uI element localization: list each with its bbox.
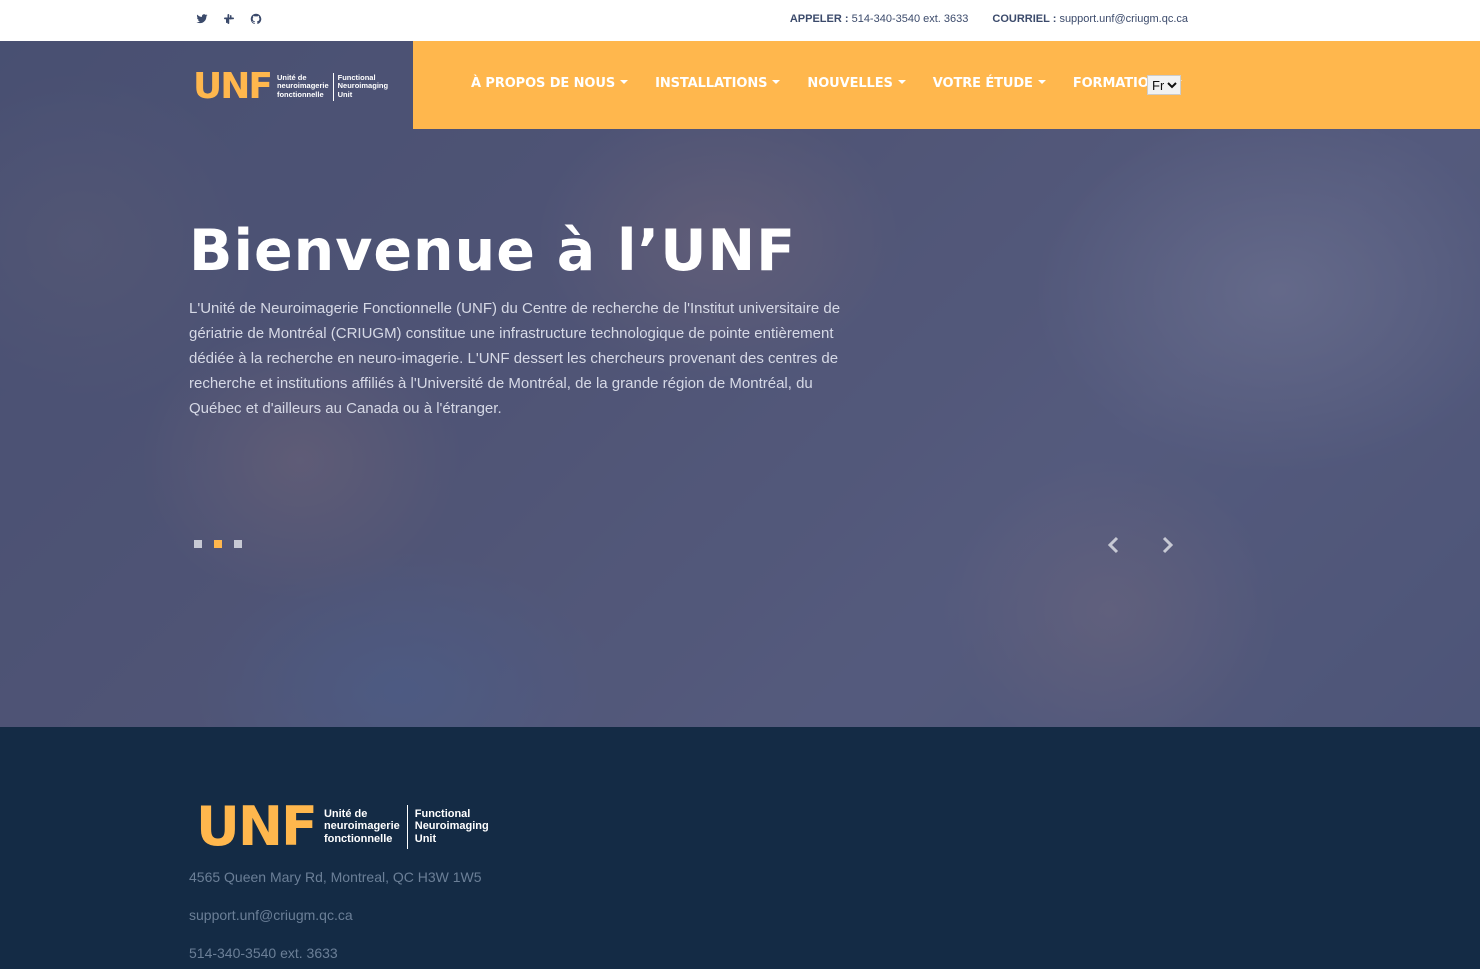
carousel-dot[interactable]	[194, 540, 202, 548]
carousel-prev-button[interactable]	[1106, 536, 1122, 554]
logo-fr-line: fonctionnelle	[276, 89, 324, 99]
logo-fr-line: Unité de	[323, 807, 368, 820]
logo-mark: UNF	[193, 66, 273, 107]
hero-description: L'Unité de Neuroimagerie Fonctionnelle (…	[189, 300, 841, 417]
hero-title: Bienvenue à l’UNF	[189, 218, 797, 284]
call-label: APPELER :	[789, 13, 849, 25]
language-selector: Fr	[1147, 75, 1181, 95]
footer-email-link[interactable]: support.unf@criugm.qc.ca	[189, 907, 353, 923]
nav-item-a-propos[interactable]: À PROPOS DE NOUS	[471, 76, 628, 91]
slack-icon[interactable]	[222, 12, 235, 26]
main-navbar: À PROPOS DE NOUS INSTALLATIONS NOUVELLES…	[413, 41, 1480, 129]
logo-en-line: Unit	[337, 89, 353, 99]
logo-text-en: Functional Neuroimaging Unit	[415, 808, 489, 846]
email-contact: COURRIEL : support.unf@criugm.qc.ca	[992, 13, 1188, 25]
carousel-dot[interactable]	[234, 540, 242, 548]
logo-divider	[332, 72, 334, 101]
nav-menu: À PROPOS DE NOUS INSTALLATIONS NOUVELLES…	[471, 76, 1182, 91]
logo-fr-line: fonctionnelle	[323, 832, 393, 845]
phone-number[interactable]: 514-340-3540 ext. 3633	[852, 13, 969, 25]
logo-fr-line: neuroimagerie	[323, 820, 400, 833]
contact-info: APPELER : 514-340-3540 ext. 3633 COURRIE…	[790, 13, 1188, 25]
phone-contact: APPELER : 514-340-3540 ext. 3633	[790, 13, 969, 25]
footer-address: 4565 Queen Mary Rd, Montreal, QC H3W 1W5	[189, 869, 482, 885]
email-link[interactable]: support.unf@criugm.qc.ca	[1059, 13, 1188, 25]
carousel-dot-active[interactable]	[214, 540, 222, 548]
top-bar: APPELER : 514-340-3540 ext. 3633 COURRIE…	[0, 0, 1480, 41]
logo-en-line: Neuroimaging	[414, 820, 489, 833]
nav-item-installations[interactable]: INSTALLATIONS	[655, 76, 780, 91]
logo-text-fr: Unité de neuroimagerie fonctionnelle	[276, 73, 329, 100]
social-links	[195, 12, 262, 26]
logo-en-line: Functional	[414, 807, 471, 820]
logo-divider	[406, 804, 408, 849]
logo-text-fr: Unité de neuroimagerie fonctionnelle	[324, 808, 400, 846]
header-logo[interactable]: UNF Unité de neuroimagerie fonctionnelle…	[193, 66, 388, 107]
carousel-indicators	[194, 540, 242, 548]
logo-en-line: Unit	[414, 832, 437, 845]
twitter-icon[interactable]	[195, 12, 208, 26]
footer-phone: 514-340-3540 ext. 3633	[189, 945, 338, 961]
github-icon[interactable]	[249, 12, 262, 26]
carousel-next-button[interactable]	[1159, 536, 1175, 554]
chevron-left-icon	[1107, 536, 1119, 554]
nav-item-nouvelles[interactable]: NOUVELLES	[807, 76, 905, 91]
language-select[interactable]: Fr	[1147, 75, 1181, 95]
chevron-right-icon	[1162, 536, 1174, 554]
logo-mark: UNF	[196, 795, 318, 858]
nav-item-votre-etude[interactable]: VOTRE ÉTUDE	[933, 76, 1046, 91]
email-label: COURRIEL :	[992, 13, 1057, 25]
logo-text-en: Functional Neuroimaging Unit	[337, 73, 388, 100]
footer-logo[interactable]: UNF Unité de neuroimagerie fonctionnelle…	[196, 795, 489, 858]
